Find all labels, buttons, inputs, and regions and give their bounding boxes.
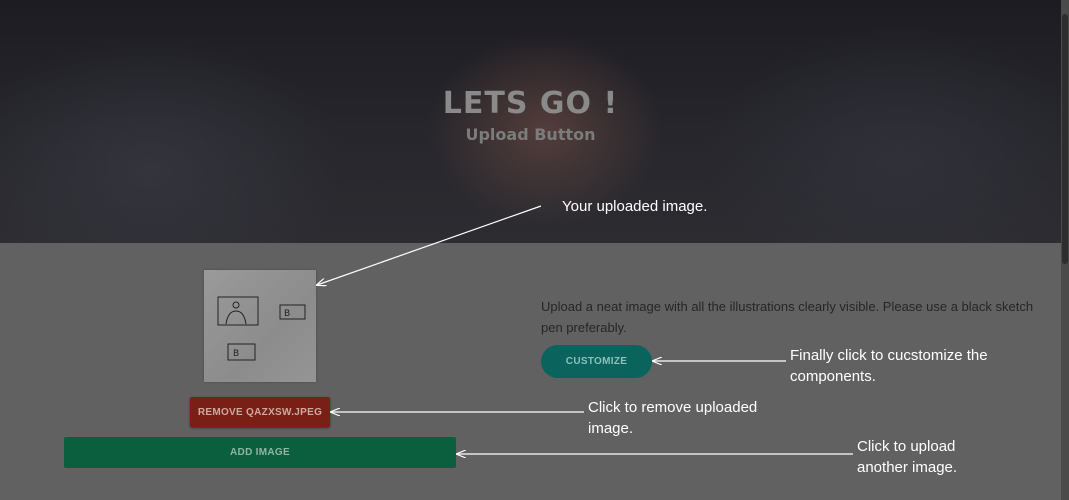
uploaded-image-thumbnail: B B: [204, 270, 316, 382]
annotation-remove: Click to remove uploaded image.: [588, 399, 758, 437]
annotation-add: Click to upload another image.: [857, 438, 958, 476]
hero-subtitle: Upload Button: [465, 125, 596, 144]
upload-instructions: Upload a neat image with all the illustr…: [541, 299, 1034, 335]
scrollbar-thumb[interactable]: [1062, 14, 1068, 264]
sketch-drawing: B B: [217, 296, 306, 361]
add-image-button[interactable]: ADD IMAGE: [64, 437, 456, 468]
hero-title: LETS GO !: [442, 86, 619, 121]
hero-banner: LETS GO ! Upload Button: [0, 0, 1061, 243]
annotation-uploaded-image: Your uploaded image.: [562, 198, 708, 215]
sketch-mark-2: B: [233, 349, 239, 359]
remove-image-button[interactable]: REMOVE QAZXSW.JPEG: [190, 397, 330, 427]
annotation-customize: Finally click to cucstomize the componen…: [790, 347, 988, 385]
customize-button[interactable]: CUSTOMIZE: [541, 345, 652, 378]
sketch-mark-1: B: [284, 309, 290, 319]
